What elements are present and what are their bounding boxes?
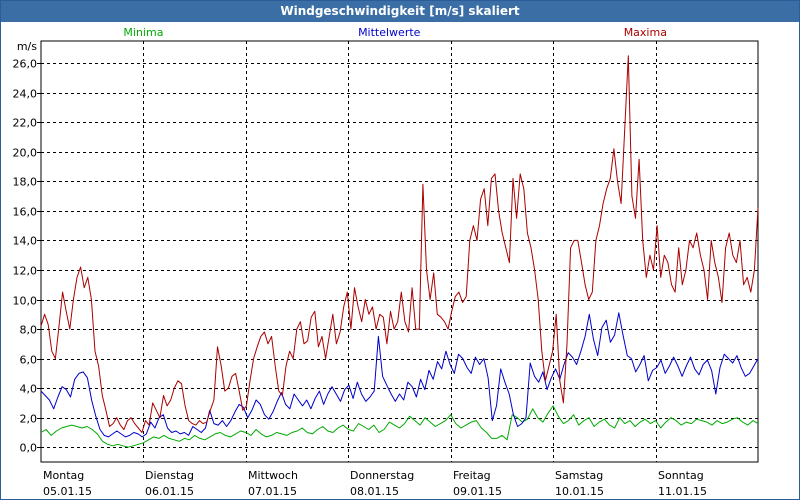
plot-frame [40,40,759,463]
x-date-label: 10.01.15 [555,485,604,498]
x-date-label: 05.01.15 [43,485,92,498]
y-tick-label: 18,0 [13,176,38,189]
grid-layer [41,41,758,462]
y-tick-label: 20,0 [13,147,38,160]
y-tick-label: 10,0 [13,295,38,308]
y-tick-label: 24,0 [13,88,38,101]
x-date-label: 07.01.15 [248,485,297,498]
axis-layer [37,40,759,463]
y-axis-unit-label: m/s [17,40,37,53]
y-tick-label: 14,0 [13,235,38,248]
y-tick-label: 4,0 [20,383,38,396]
series-line [40,312,759,438]
y-tick-label: 0,0 [20,442,38,455]
chart-window: Windgeschwindigkeit [m/s] skaliert 0,0 2,… [0,0,800,500]
x-day-label: Montag [43,469,84,482]
x-day-label: Donnerstag [350,469,414,482]
legend-label: Mittelwerte [358,26,421,39]
x-date-label: 06.01.15 [145,485,194,498]
x-date-label: 11.01.15 [658,485,707,498]
y-tick-label: 12,0 [13,265,38,278]
series-layer [40,55,759,448]
y-tick-label: 8,0 [20,324,38,337]
x-day-label: Samstag [555,469,603,482]
y-tick-label: 26,0 [13,58,38,71]
label-layer: 0,0 2,0 4,0 6,0 8,0 10,0 12,0 14,0 16,0 18,0 20,0 2… [13,26,707,498]
x-date-label: 08.01.15 [350,485,399,498]
y-tick-label: 16,0 [13,206,38,219]
x-day-label: Mittwoch [248,469,298,482]
legend-label: Maxima [624,26,667,39]
x-day-label: Sonntag [658,469,704,482]
legend-label: Minima [123,26,163,39]
x-day-label: Dienstag [145,469,194,482]
window-title: Windgeschwindigkeit [m/s] skaliert [1,1,799,22]
y-tick-label: 6,0 [20,354,38,367]
x-day-label: Freitag [453,469,491,482]
wind-speed-chart: 0,0 2,0 4,0 6,0 8,0 10,0 12,0 14,0 16,0 18,0 20,0 2… [13,26,759,498]
y-tick-label: 22,0 [13,117,38,130]
x-date-label: 09.01.15 [453,485,502,498]
y-tick-label: 2,0 [20,413,38,426]
